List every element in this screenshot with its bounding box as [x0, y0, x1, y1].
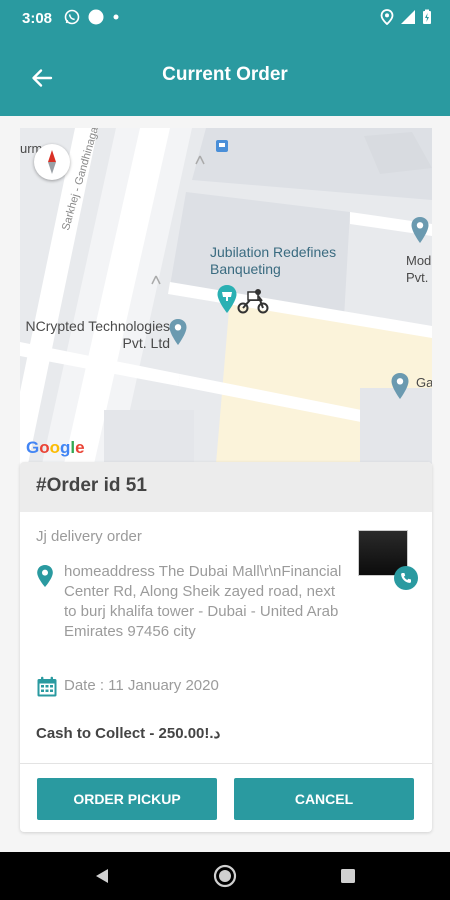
status-bar: 3:08 [0, 0, 450, 38]
nav-back-button[interactable] [90, 864, 114, 888]
map-pin-icon [391, 373, 409, 399]
cancel-button[interactable]: CANCEL [234, 778, 414, 820]
system-nav-bar [0, 852, 450, 900]
square-recents-icon [341, 869, 355, 883]
phone-icon [401, 573, 411, 583]
compass-button[interactable] [34, 144, 70, 180]
order-card: #Order id 51 Jj delivery order homeaddre… [20, 462, 432, 832]
dot-icon [113, 14, 119, 20]
map-label-poi-main: Jubilation Redefines Banqueting [210, 244, 337, 277]
content: urm Sarkhej - Gandhinagar Hwy Jubilation… [0, 116, 450, 852]
map-pin-icon [169, 319, 187, 345]
order-id: #Order id 51 [36, 475, 147, 496]
whatsapp-icon [64, 9, 80, 25]
location-pin-icon [37, 565, 53, 587]
call-button[interactable] [394, 566, 418, 590]
map-label-edge-right-2: Ga [416, 375, 432, 390]
google-logo: Google [26, 438, 85, 457]
order-details: Jj delivery order homeaddress The Dubai … [20, 512, 432, 764]
calendar-icon [37, 676, 57, 697]
cash-to-collect: Cash to Collect - 250.00!.د [36, 725, 221, 742]
order-name: Jj delivery order [36, 528, 142, 545]
delivery-address: homeaddress The Dubai Mall\r\nFinancial … [64, 563, 342, 640]
banquet-pin-icon [217, 285, 237, 313]
map-label-poi-ncrypted: NCrypted Technologies Pvt. Ltd [25, 318, 171, 351]
location-icon [380, 9, 394, 25]
map-label-edge-right-1: Mod Pvt. [406, 253, 432, 285]
order-card-header: #Order id 51 [20, 462, 432, 512]
page-title: Current Order [162, 64, 288, 85]
status-time: 3:08 [22, 10, 53, 27]
compass-icon [48, 150, 56, 174]
order-date: Date : 11 January 2020 [64, 677, 219, 694]
delivery-scooter-icon [237, 289, 269, 314]
triangle-back-icon [96, 869, 108, 883]
circle-notification-icon [88, 9, 104, 25]
map-pin-icon [411, 217, 429, 243]
nav-home-button[interactable] [213, 864, 237, 888]
order-pickup-button[interactable]: ORDER PICKUP [37, 778, 217, 820]
signal-icon [401, 10, 415, 24]
map-view[interactable]: urm Sarkhej - Gandhinagar Hwy Jubilation… [20, 128, 432, 464]
app-bar: Current Order [0, 38, 450, 116]
nav-recents-button[interactable] [336, 864, 360, 888]
circle-home-icon [213, 864, 237, 888]
battery-icon [423, 9, 431, 24]
